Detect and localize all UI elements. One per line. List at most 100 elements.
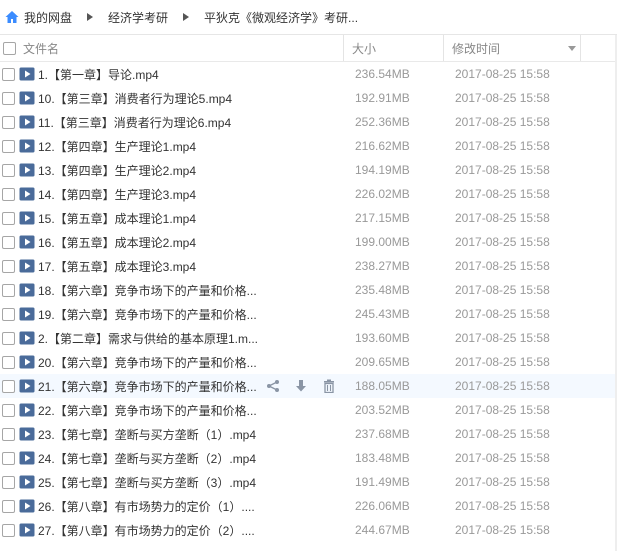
file-size: 191.49MB [355, 475, 410, 489]
file-name[interactable]: 21.【第六章】竞争市场下的产量和价格... [38, 378, 268, 395]
chevron-right-icon [180, 11, 192, 23]
row-checkbox[interactable] [2, 403, 15, 417]
file-size: 183.48MB [355, 451, 410, 465]
row-checkbox[interactable] [2, 451, 15, 465]
row-checkbox[interactable] [2, 91, 15, 105]
row-checkbox[interactable] [2, 307, 15, 321]
delete-icon[interactable] [321, 378, 337, 394]
file-name[interactable]: 24.【第七章】垄断与买方垄断（2）.mp4 [38, 450, 357, 467]
file-name[interactable]: 16.【第五章】成本理论2.mp4 [38, 234, 357, 251]
file-row[interactable]: 26.【第八章】有市场势力的定价（1）.... 226.06MB 2017-08-2… [0, 494, 617, 518]
file-modified-date: 2017-08-25 15:58 [455, 91, 550, 105]
file-name[interactable]: 11.【第三章】消费者行为理论6.mp4 [38, 114, 357, 131]
file-name[interactable]: 10.【第三章】消费者行为理论5.mp4 [38, 90, 357, 107]
file-row[interactable]: 12.【第四章】生产理论1.mp4 216.62MB 2017-08-25 15:5… [0, 134, 617, 158]
video-file-icon [19, 162, 35, 178]
file-modified-date: 2017-08-25 15:58 [455, 187, 550, 201]
file-name[interactable]: 13.【第四章】生产理论2.mp4 [38, 162, 357, 179]
file-row[interactable]: 13.【第四章】生产理论2.mp4 194.19MB 2017-08-25 15:5… [0, 158, 617, 182]
row-checkbox[interactable] [2, 211, 15, 225]
video-file-icon [19, 378, 35, 394]
file-name[interactable]: 18.【第六章】竞争市场下的产量和价格... [38, 282, 357, 299]
file-row[interactable]: 10.【第三章】消费者行为理论5.mp4 192.91MB 2017-08-25 1… [0, 86, 617, 110]
file-row[interactable]: 22.【第六章】竞争市场下的产量和价格... 203.52MB 2017-08-25… [0, 398, 617, 422]
file-row[interactable]: 20.【第六章】竞争市场下的产量和价格... 209.65MB 2017-08-25… [0, 350, 617, 374]
file-modified-date: 2017-08-25 15:58 [455, 475, 550, 489]
video-file-icon [19, 282, 35, 298]
file-modified-date: 2017-08-25 15:58 [455, 403, 550, 417]
file-size: 236.54MB [355, 67, 410, 81]
row-checkbox[interactable] [2, 355, 15, 369]
file-modified-date: 2017-08-25 15:58 [455, 283, 550, 297]
file-size: 244.67MB [355, 523, 410, 537]
download-icon[interactable] [293, 378, 309, 394]
row-checkbox[interactable] [2, 475, 15, 489]
breadcrumb-item-folder[interactable]: 经济学考研 [108, 9, 168, 26]
file-size: 216.62MB [355, 139, 410, 153]
row-checkbox[interactable] [2, 331, 15, 345]
file-name[interactable]: 2.【第二章】需求与供给的基本原理1.m... [38, 330, 357, 347]
file-row[interactable]: 23.【第七章】垄断与买方垄断（1）.mp4 237.68MB 2017-08-25… [0, 422, 617, 446]
file-name[interactable]: 22.【第六章】竞争市场下的产量和价格... [38, 402, 357, 419]
file-row[interactable]: 1.【第一章】导论.mp4 236.54MB 2017-08-25 15:58 [0, 62, 617, 86]
file-name[interactable]: 15.【第五章】成本理论1.mp4 [38, 210, 357, 227]
row-checkbox[interactable] [2, 67, 15, 81]
file-name[interactable]: 1.【第一章】导论.mp4 [38, 66, 357, 83]
file-size: 235.48MB [355, 283, 410, 297]
file-name[interactable]: 26.【第八章】有市场势力的定价（1）.... [38, 498, 357, 515]
column-header: 文件名 大小 修改时间 [0, 35, 617, 62]
video-file-icon [19, 138, 35, 154]
file-row[interactable]: 14.【第四章】生产理论3.mp4 226.02MB 2017-08-25 15:5… [0, 182, 617, 206]
file-name[interactable]: 14.【第四章】生产理论3.mp4 [38, 186, 357, 203]
file-name[interactable]: 25.【第七章】垄断与买方垄断（3）.mp4 [38, 474, 357, 491]
row-checkbox[interactable] [2, 379, 15, 393]
video-file-icon [19, 66, 35, 82]
file-name[interactable]: 17.【第五章】成本理论3.mp4 [38, 258, 357, 275]
video-file-icon [19, 258, 35, 274]
header-date-column[interactable]: 修改时间 [444, 35, 581, 61]
row-checkbox[interactable] [2, 235, 15, 249]
file-row[interactable]: 16.【第五章】成本理论2.mp4 199.00MB 2017-08-25 15:5… [0, 230, 617, 254]
row-checkbox[interactable] [2, 115, 15, 129]
file-row[interactable]: 11.【第三章】消费者行为理论6.mp4 252.36MB 2017-08-25 1… [0, 110, 617, 134]
row-checkbox[interactable] [2, 523, 15, 537]
sort-desc-icon[interactable] [568, 46, 576, 51]
row-checkbox[interactable] [2, 283, 15, 297]
breadcrumb-item-current[interactable]: 平狄克《微观经济学》考研... [204, 9, 358, 26]
file-name[interactable]: 12.【第四章】生产理论1.mp4 [38, 138, 357, 155]
row-checkbox[interactable] [2, 427, 15, 441]
row-checkbox[interactable] [2, 187, 15, 201]
file-name[interactable]: 20.【第六章】竞争市场下的产量和价格... [38, 354, 357, 371]
share-icon[interactable] [265, 378, 281, 394]
file-row[interactable]: 15.【第五章】成本理论1.mp4 217.15MB 2017-08-25 15:5… [0, 206, 617, 230]
header-name-column[interactable]: 文件名 [0, 35, 344, 61]
file-size: 237.68MB [355, 427, 410, 441]
video-file-icon [19, 186, 35, 202]
file-row[interactable]: 25.【第七章】垄断与买方垄断（3）.mp4 191.49MB 2017-08-25… [0, 470, 617, 494]
file-row[interactable]: 2.【第二章】需求与供给的基本原理1.m... 193.60MB 2017-08-2… [0, 326, 617, 350]
file-row[interactable]: 21.【第六章】竞争市场下的产量和价格... 188.05MB 2017-08-25… [0, 374, 617, 398]
video-file-icon [19, 306, 35, 322]
video-file-icon [19, 402, 35, 418]
file-modified-date: 2017-08-25 15:58 [455, 235, 550, 249]
file-name[interactable]: 19.【第六章】竞争市场下的产量和价格... [38, 306, 357, 323]
select-all-checkbox[interactable] [3, 41, 16, 55]
file-row[interactable]: 24.【第七章】垄断与买方垄断（2）.mp4 183.48MB 2017-08-25… [0, 446, 617, 470]
row-checkbox[interactable] [2, 139, 15, 153]
home-icon[interactable] [4, 9, 20, 25]
file-name[interactable]: 23.【第七章】垄断与买方垄断（1）.mp4 [38, 426, 357, 443]
file-row[interactable]: 17.【第五章】成本理论3.mp4 238.27MB 2017-08-25 15:5… [0, 254, 617, 278]
row-checkbox[interactable] [2, 259, 15, 273]
video-file-icon [19, 330, 35, 346]
row-checkbox[interactable] [2, 499, 15, 513]
video-file-icon [19, 426, 35, 442]
file-size: 245.43MB [355, 307, 410, 321]
file-row[interactable]: 27.【第八章】有市场势力的定价（2）.... 244.67MB 2017-08-2… [0, 518, 617, 542]
file-modified-date: 2017-08-25 15:58 [455, 523, 550, 537]
file-name[interactable]: 27.【第八章】有市场势力的定价（2）.... [38, 522, 357, 539]
file-row[interactable]: 19.【第六章】竞争市场下的产量和价格... 245.43MB 2017-08-25… [0, 302, 617, 326]
file-row[interactable]: 18.【第六章】竞争市场下的产量和价格... 235.48MB 2017-08-25… [0, 278, 617, 302]
header-size-column[interactable]: 大小 [344, 35, 444, 61]
breadcrumb-item-my-drive[interactable]: 我的网盘 [24, 9, 72, 26]
row-checkbox[interactable] [2, 163, 15, 177]
